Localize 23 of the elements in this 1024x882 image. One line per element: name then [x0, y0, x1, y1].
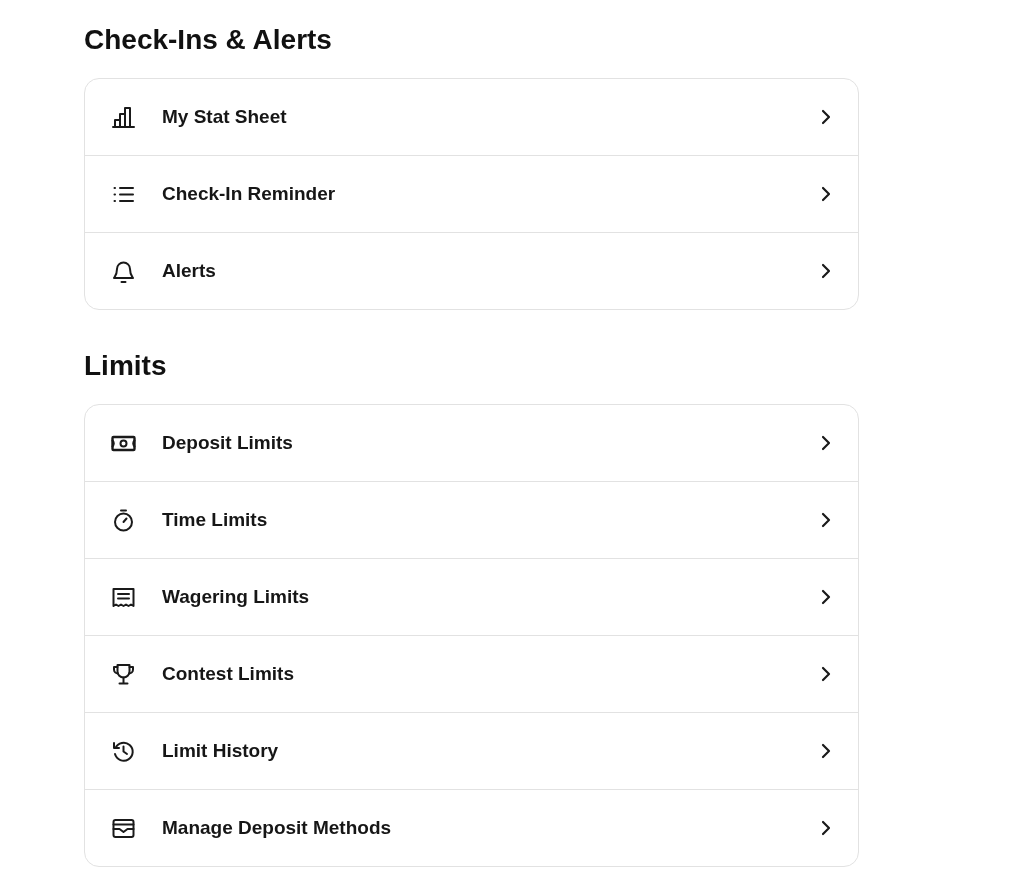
chevron-right-icon: [821, 589, 831, 605]
trophy-icon: [111, 661, 136, 687]
bar-chart-icon: [111, 104, 136, 130]
chevron-right-icon: [821, 512, 831, 528]
stopwatch-icon: [111, 507, 136, 533]
menu-item[interactable]: My Stat Sheet: [85, 79, 858, 155]
menu-item[interactable]: Wagering Limits: [85, 558, 858, 635]
menu-item[interactable]: Deposit Limits: [85, 405, 858, 481]
chevron-right-icon: [821, 435, 831, 451]
chevron-right-icon: [821, 109, 831, 125]
chevron-right-icon: [821, 186, 831, 202]
menu-item[interactable]: Alerts: [85, 232, 858, 309]
menu-item[interactable]: Contest Limits: [85, 635, 858, 712]
chevron-right-icon: [821, 820, 831, 836]
menu-item[interactable]: Check-In Reminder: [85, 155, 858, 232]
menu-item[interactable]: Time Limits: [85, 481, 858, 558]
section-heading: Limits: [84, 349, 168, 383]
menu-item[interactable]: Manage Deposit Methods: [85, 789, 858, 866]
chevron-right-icon: [821, 743, 831, 759]
menu-item[interactable]: Limit History: [85, 712, 858, 789]
chevron-right-icon: [821, 666, 831, 682]
section-heading: Check-Ins & Alerts: [84, 23, 333, 57]
chevron-right-icon: [821, 263, 831, 279]
